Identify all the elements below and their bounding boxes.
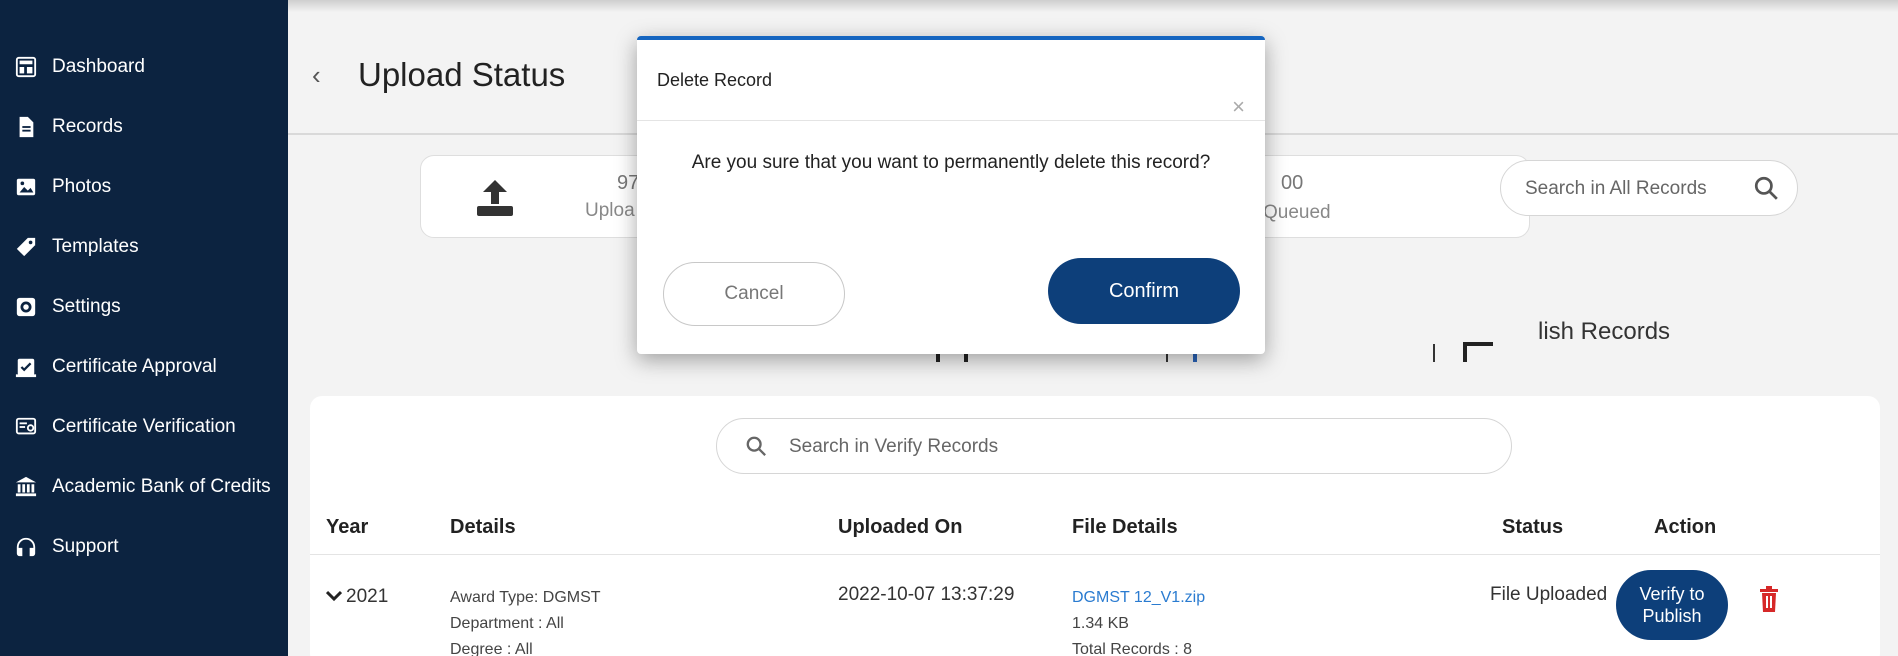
modal-overlay: Delete Record × Are you sure that you wa… [0, 0, 1898, 656]
cancel-button[interactable]: Cancel [663, 262, 845, 326]
delete-record-dialog: Delete Record × Are you sure that you wa… [637, 36, 1265, 354]
modal-divider [637, 120, 1265, 121]
confirm-button[interactable]: Confirm [1048, 258, 1240, 324]
modal-message: Are you sure that you want to permanentl… [691, 152, 1211, 173]
close-icon[interactable]: × [1232, 94, 1245, 120]
modal-title: Delete Record [657, 70, 773, 90]
